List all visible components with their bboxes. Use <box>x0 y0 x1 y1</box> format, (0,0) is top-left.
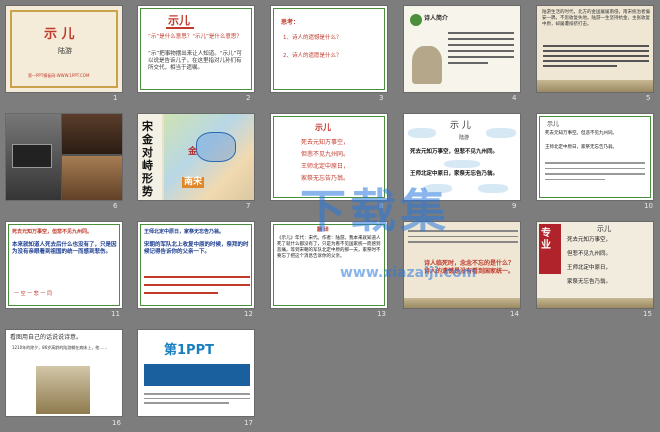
slide-heading: 思考： <box>281 19 300 26</box>
slide-number: 17 <box>244 419 253 427</box>
poem-row: 死去元知万事空，但悲不见九州同。 <box>410 149 499 155</box>
slide-thumbnail-1[interactable]: 示 儿 陆游 第一PPT模板网-WWW.1PPT.COM <box>5 5 123 93</box>
slide-number: 9 <box>512 202 517 210</box>
decor-icon <box>410 14 422 26</box>
slide-thumbnail-3[interactable]: 思考： 1、诗人的遗憾是什么？ 2、诗人的遗愿是什么？ <box>270 5 388 93</box>
slide-heading: 看图用自己的话说说诗意。 <box>10 334 83 341</box>
watermark-text: 下载集 <box>300 184 450 238</box>
slide-heading: 死去元知万事空，但悲不见九州同。 <box>12 229 93 235</box>
slide-number: 2 <box>246 94 251 102</box>
slide-number: 3 <box>379 94 384 102</box>
slide-footer: 一 空 一 悲 一 同 <box>14 291 52 297</box>
slide-thumbnail-17[interactable]: 第1PPT <box>137 329 255 417</box>
poem-line: 王师北定中原日，家祭无忘告乃翁。 <box>545 145 617 150</box>
slide-thumbnail-16[interactable]: 看图用自己的话说说诗意。 1210年的除夕，86岁高龄的陆游躺在病床上，他…… <box>5 329 123 417</box>
slide-title: 示儿 <box>168 14 190 27</box>
slide-author: 陆游 <box>459 135 470 141</box>
poem-line: 但悲不见九州同。 <box>567 251 612 257</box>
slide-number: 4 <box>512 94 517 102</box>
callout-bubble <box>486 128 516 138</box>
poem-line: 王师北定中原日， <box>567 265 612 271</box>
watermark-url: www.xiazaiji.com <box>340 265 477 281</box>
slide-title: 示 儿 <box>44 27 75 42</box>
slide-number: 16 <box>112 419 121 427</box>
slide-number: 13 <box>377 310 386 318</box>
poem-line: 死去元知万事空， <box>301 139 350 146</box>
slide-thumbnail-15[interactable]: 示儿 死去元知万事空， 但悲不见九州同。 王师北定中原日， 家祭无忘告乃翁。 专… <box>536 221 654 309</box>
callout-bubble <box>478 184 508 193</box>
slide-thumbnail-4[interactable]: 诗人简介 <box>403 5 521 93</box>
map-label-jin: 金 <box>188 147 198 157</box>
poem-line: 王师北定中原日， <box>301 163 350 170</box>
slide-border <box>140 8 252 90</box>
callout-bubble <box>444 160 480 168</box>
poem-line: 死去元知万事空。但悲不见九州同。 <box>545 131 617 136</box>
decor-strip <box>537 80 653 92</box>
slide-number: 10 <box>644 202 653 210</box>
slide-number: 14 <box>510 310 519 318</box>
slide-number: 5 <box>646 94 651 102</box>
poet-portrait-image <box>412 46 442 84</box>
slide-title: 示儿 <box>547 121 560 128</box>
slide-footer: 第一PPT模板网-WWW.1PPT.COM <box>28 73 90 78</box>
poem-line: 死去元知万事空， <box>567 237 612 243</box>
slide-title: 示 儿 <box>450 121 471 131</box>
poem-line: 家祭无忘告乃翁。 <box>301 175 350 182</box>
slide-number: 15 <box>643 310 652 318</box>
callout-bubble <box>408 128 436 138</box>
slide-body: 1210年的除夕，86岁高龄的陆游躺在病床上，他…… <box>12 345 108 350</box>
poem-row: 王师北定中原日，家祭无忘告乃翁。 <box>410 171 499 177</box>
slide-thumbnail-7[interactable]: 宋金对峙形势 金 南宋 <box>137 113 255 201</box>
question-item: 1、诗人的遗憾是什么？ <box>283 35 342 41</box>
info-band <box>144 364 250 386</box>
slide-title: 宋金对峙形势 <box>142 120 153 198</box>
photo-image <box>12 144 52 168</box>
slide-number: 12 <box>244 310 253 318</box>
slide-thumbnail-2[interactable]: 示儿 “示”是什么意思？“示儿”是什么意思？ “示”把事物摆出来让人知道。“示儿… <box>137 5 255 93</box>
text-block <box>448 28 514 80</box>
slide-thumbnail-11[interactable]: 死去元知万事空，但悲不见九州同。 本来就知道人死去后什么也没有了，只是因为没有亲… <box>5 221 123 309</box>
slide-body: 《示儿》年代：宋代。作者：陆游。我本来就知道人死了就什么都没有了，只是为看不见国… <box>277 236 381 259</box>
photo-image <box>62 114 122 154</box>
slide-title: 示儿 <box>597 225 611 233</box>
poem-line: 家祭无忘告乃翁。 <box>567 279 612 285</box>
slide-title: 示儿 <box>315 122 331 132</box>
slide-body: “示”把事物摆出来让人知道。“示儿”可以说是告诉儿子，在这里指对儿孙们有所交代，… <box>148 51 242 72</box>
photo-image <box>62 156 122 200</box>
map-label-song: 南宋 <box>182 177 205 188</box>
brand-logo: 第1PPT <box>164 343 214 358</box>
title-underline <box>166 27 194 29</box>
slide-number: 6 <box>113 202 118 210</box>
question-item: 2、诗人的遗愿是什么？ <box>283 53 342 59</box>
slide-question: “示”是什么意思？“示儿”是什么意思？ <box>148 34 242 40</box>
slide-number: 7 <box>246 202 251 210</box>
illustration-image <box>36 366 90 414</box>
banner-text: 专业 <box>541 228 551 251</box>
slide-heading: 王师北定中原日，家祭无忘告乃翁。 <box>144 229 225 235</box>
decor-strip <box>404 298 520 308</box>
slide-body: 陆游生活的时代，北方的金国屡屡南侵，南宋统治者偏安一隅，不思收复失地。陆游一生坚… <box>542 10 650 27</box>
map-region <box>196 132 236 162</box>
slide-subtitle: 陆游 <box>58 47 72 55</box>
slide-number: 11 <box>111 310 120 318</box>
slide-thumbnail-6[interactable] <box>5 113 123 201</box>
slide-title: 诗人简介 <box>424 15 449 22</box>
slide-border <box>539 116 651 198</box>
slide-body: 本来就知道人死去后什么也没有了，只是因为没有亲眼看到祖国的统一而感到悲伤。 <box>12 242 117 256</box>
poem-line: 但悲不见九州同。 <box>301 151 350 158</box>
decor-strip <box>537 298 653 308</box>
slide-number: 1 <box>113 94 118 102</box>
slide-thumbnail-10[interactable]: 示儿 死去元知万事空。但悲不见九州同。 王师北定中原日，家祭无忘告乃翁。 <box>536 113 654 201</box>
slide-body: 宋朝的军队北上收复中原的时候，祭拜的时候记得告诉你的父亲一下。 <box>144 242 249 256</box>
slide-thumbnail-12[interactable]: 王师北定中原日，家祭无忘告乃翁。 宋朝的军队北上收复中原的时候，祭拜的时候记得告… <box>137 221 255 309</box>
slide-thumbnail-5[interactable]: 陆游生活的时代，北方的金国屡屡南侵，南宋统治者偏安一隅，不思收复失地。陆游一生坚… <box>536 5 654 93</box>
